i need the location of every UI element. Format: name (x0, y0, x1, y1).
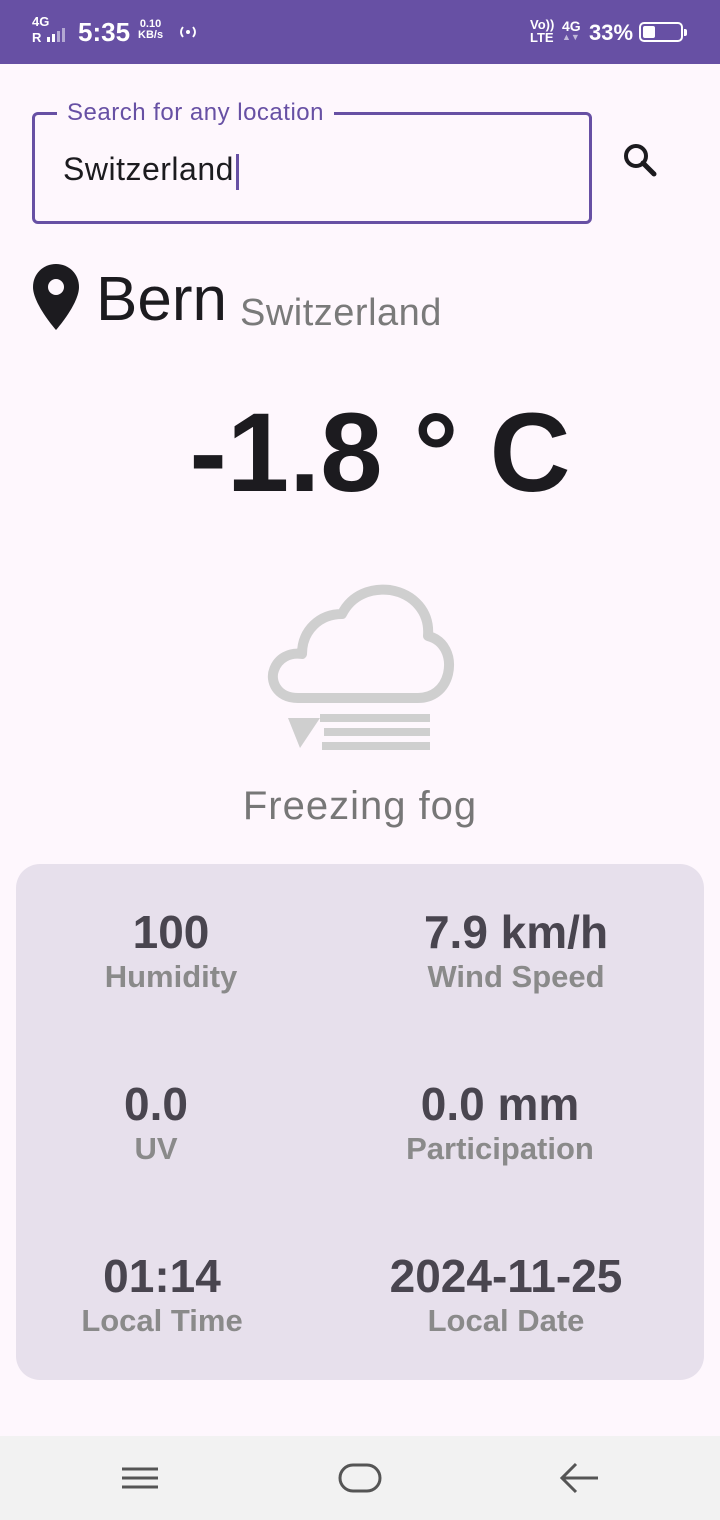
precipitation-label: Participation (406, 1131, 594, 1166)
weather-details-card: 100 Humidity 7.9 km/h Wind Speed 0.0 UV … (16, 864, 704, 1380)
humidity-stat: 100 Humidity (21, 906, 321, 996)
weather-condition: Freezing fog (242, 784, 478, 828)
local-date-label: Local Date (427, 1303, 585, 1338)
city-name: Bern (96, 265, 227, 334)
network-label: 4G (32, 14, 50, 29)
humidity-value: 100 (132, 906, 210, 958)
clock: 5:35 (78, 17, 131, 47)
precipitation-stat: 0.0 mm Participation (350, 1078, 650, 1168)
data-speed: 0.10 KB/s (138, 19, 163, 41)
menu-button[interactable] (112, 1452, 168, 1504)
navigation-bar (0, 1436, 720, 1520)
signal-icon (47, 28, 66, 42)
home-icon (338, 1463, 382, 1493)
uv-label: UV (134, 1131, 178, 1166)
local-time-label: Local Time (81, 1303, 243, 1338)
volte-bottom: LTE (530, 30, 554, 45)
data-arrows-icon: ▲▼ (562, 32, 580, 42)
temperature: -1.8 ° C (189, 390, 571, 515)
precipitation-value: 0.0 mm (420, 1078, 580, 1130)
volte-indicator: Vo)) LTE (530, 18, 554, 44)
local-time-stat: 01:14 Local Time (12, 1250, 312, 1340)
local-date-value: 2024-11-25 (389, 1250, 623, 1302)
menu-icon (122, 1467, 158, 1489)
battery-icon (639, 22, 687, 42)
local-time-value: 01:14 (103, 1250, 221, 1302)
freezing-fog-icon (267, 584, 454, 750)
back-button[interactable] (552, 1452, 608, 1504)
search-button[interactable] (612, 132, 668, 188)
network-type: 4G ▲▼ (562, 19, 581, 42)
search-label: Search for any location (57, 99, 334, 127)
location-pin-icon (33, 264, 79, 330)
search-field[interactable]: Search for any location Switzerland (32, 99, 592, 224)
roaming-label: R (32, 30, 42, 45)
wind-speed-value: 7.9 km/h (423, 906, 609, 958)
wind-speed-stat: 7.9 km/h Wind Speed (366, 906, 666, 996)
text-cursor (235, 153, 239, 190)
local-date-stat: 2024-11-25 Local Date (356, 1250, 656, 1340)
network-type-label: 4G (562, 18, 581, 34)
hotspot-icon (180, 26, 196, 38)
search-input[interactable]: Switzerland (63, 151, 239, 190)
battery-percent: 33% (589, 20, 634, 45)
battery-level (643, 26, 655, 38)
wind-speed-label: Wind Speed (427, 959, 605, 994)
speed-unit: KB/s (138, 29, 164, 41)
search-icon (624, 144, 657, 177)
country-name: Switzerland (240, 292, 442, 334)
search-value: Switzerland (63, 151, 234, 187)
network-indicator: 4G R (32, 14, 69, 45)
uv-value: 0.0 (124, 1078, 188, 1130)
humidity-label: Humidity (104, 959, 238, 994)
uv-stat: 0.0 UV (6, 1078, 306, 1168)
home-button[interactable] (332, 1452, 388, 1504)
status-bar: 4G R 5:35 0.10 KB/s Vo)) LTE 4G ▲▼ 33% (0, 0, 720, 64)
back-icon (559, 1462, 598, 1494)
